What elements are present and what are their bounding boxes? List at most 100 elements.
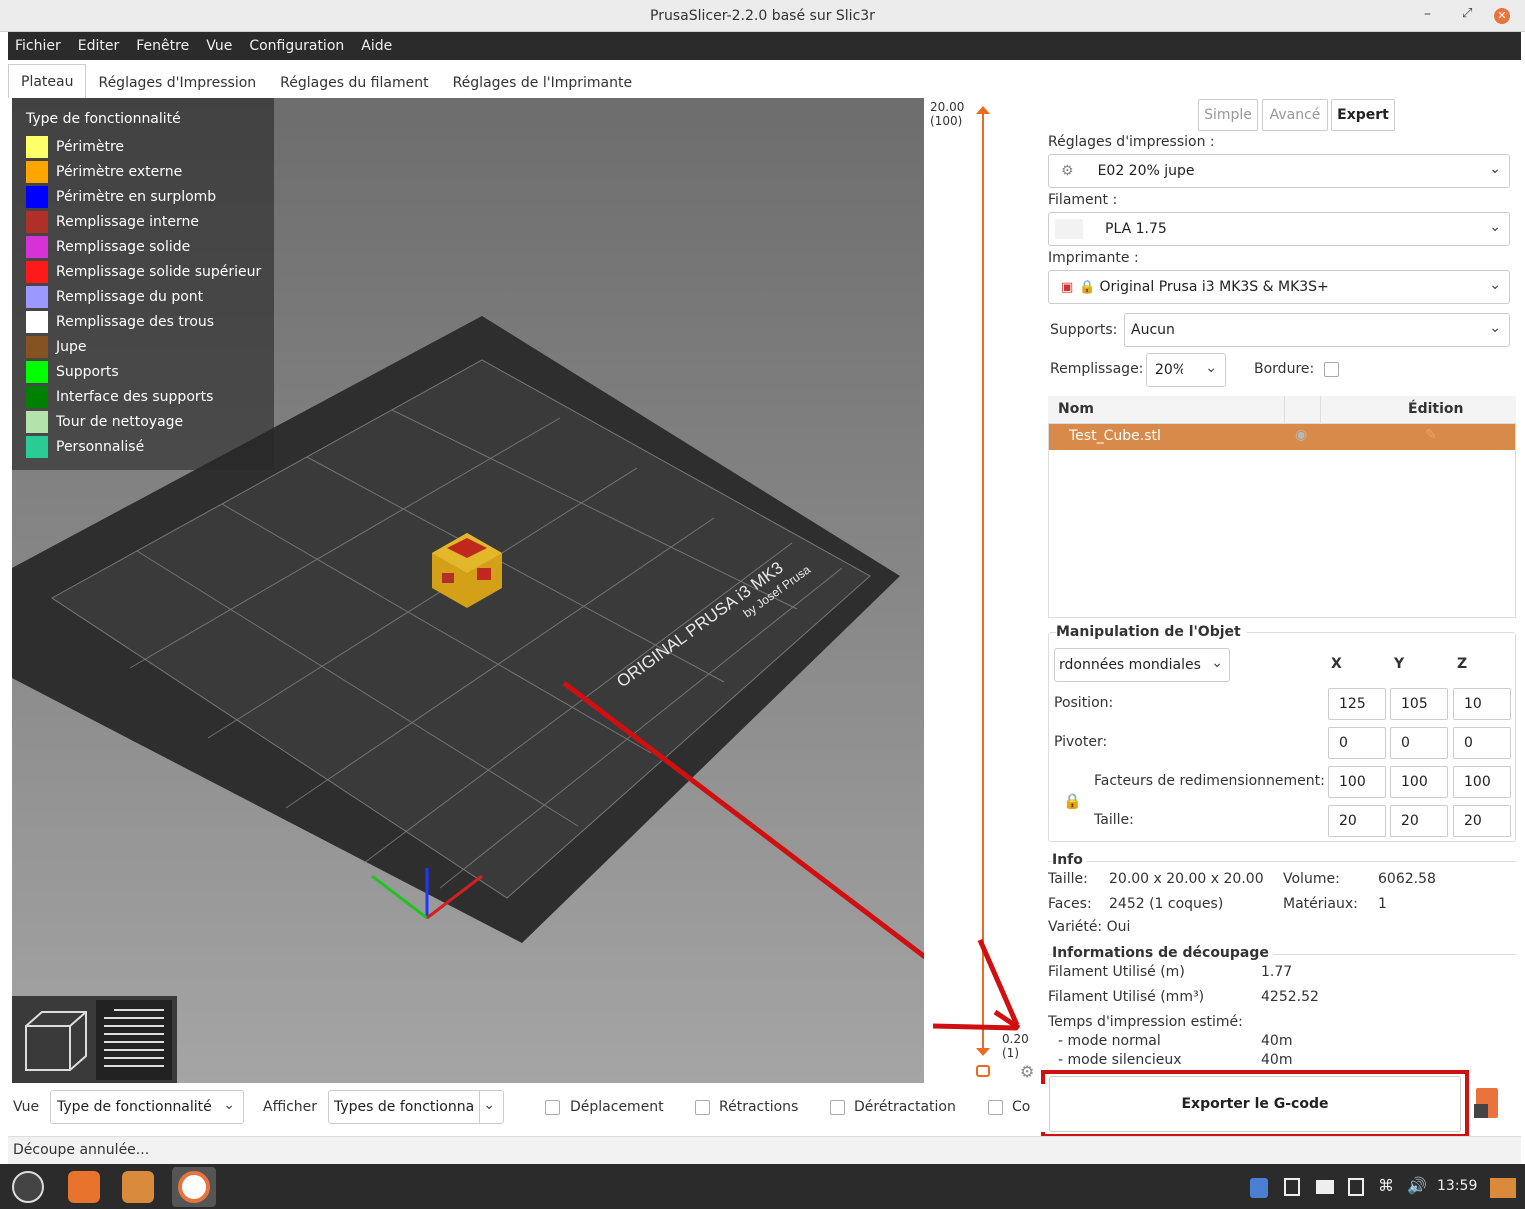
position-x-input[interactable]: 125	[1328, 688, 1386, 720]
scale-label: Facteurs de redimensionnement:	[1094, 773, 1325, 789]
brim-checkbox[interactable]	[1324, 362, 1339, 377]
retractions-checkbox[interactable]	[695, 1100, 710, 1115]
legend-item: Remplissage solide supérieur	[26, 260, 261, 284]
network-icon[interactable]: ⌘	[1378, 1176, 1394, 1195]
tab-printer-settings[interactable]: Réglages de l'Imprimante	[441, 66, 645, 98]
chevron-down-icon: ⌄	[223, 1097, 235, 1113]
menu-editer[interactable]: Editer	[78, 38, 119, 54]
scale-z-input[interactable]: 100	[1453, 766, 1511, 798]
legend-item: Jupe	[26, 335, 87, 359]
slice-info-title: Informations de découpage	[1052, 945, 1273, 961]
menu-configuration[interactable]: Configuration	[249, 38, 344, 54]
legend-item: Tour de nettoyage	[26, 410, 183, 434]
rotate-z-input[interactable]: 0	[1453, 727, 1511, 759]
size-x-input[interactable]: 20	[1328, 805, 1386, 837]
position-y-input[interactable]: 105	[1390, 688, 1448, 720]
close-button[interactable]: ✕	[1494, 8, 1510, 24]
slider-bottom-handle[interactable]	[976, 1048, 990, 1056]
unlock-icon[interactable]	[976, 1065, 990, 1077]
slider-top-handle[interactable]	[976, 106, 990, 114]
clipboard-icon[interactable]	[1284, 1178, 1300, 1196]
mode-expert-button[interactable]: Expert	[1331, 99, 1395, 131]
size-z-input[interactable]: 20	[1453, 805, 1511, 837]
tab-filament-settings[interactable]: Réglages du filament	[268, 66, 440, 98]
status-text: Découpe annulée...	[13, 1142, 150, 1158]
rotate-x-input[interactable]: 0	[1328, 727, 1386, 759]
legend-label: Remplissage du pont	[56, 289, 204, 305]
edit-icon[interactable]: ✎	[1425, 427, 1437, 443]
mode-advanced-button[interactable]: Avancé	[1262, 99, 1328, 131]
print-settings-icon: ⚙	[1061, 163, 1074, 179]
more-checkbox[interactable]	[988, 1100, 1003, 1115]
show-types-value: Types de fonctionna	[334, 1099, 475, 1115]
scale-x-input[interactable]: 100	[1328, 766, 1386, 798]
supports-combo[interactable]: Aucun ⌄	[1124, 313, 1510, 347]
printer-label: Imprimante :	[1048, 250, 1139, 266]
lock-icon[interactable]: 🔒	[1063, 792, 1082, 810]
position-z-input[interactable]: 10	[1453, 688, 1511, 720]
z-label: Z	[1457, 656, 1468, 672]
printer-combo[interactable]: ▣ 🔒 Original Prusa i3 MK3S & MK3S+ ⌄	[1048, 270, 1510, 304]
preview-layers-button[interactable]	[96, 1000, 172, 1080]
export-gcode-button[interactable]: Exporter le G-code	[1049, 1076, 1461, 1132]
object-list-header: Nom Édition	[1048, 396, 1516, 424]
menu-aide[interactable]: Aide	[361, 38, 392, 54]
normal-mode-label: - mode normal	[1058, 1033, 1161, 1049]
minimize-button[interactable]: –	[1424, 6, 1431, 22]
volume-icon[interactable]: 🔊	[1407, 1176, 1427, 1195]
object-name: Test_Cube.stl	[1069, 428, 1161, 444]
tab-plateau[interactable]: Plateau	[8, 64, 87, 98]
menu-vue[interactable]: Vue	[206, 38, 232, 54]
shield-icon[interactable]	[1250, 1178, 1268, 1198]
deretraction-checkbox[interactable]	[830, 1100, 845, 1115]
maximize-button[interactable]: ⤢	[1462, 6, 1472, 21]
filament-m-value: 1.77	[1261, 964, 1293, 980]
info-faces-label: Faces:	[1048, 896, 1092, 912]
y-label: Y	[1394, 656, 1405, 672]
feature-legend: Type de fonctionnalité Périmètre Périmètr…	[12, 98, 274, 470]
print-settings-label: Réglages d'impression :	[1048, 134, 1215, 150]
legend-item: Interface des supports	[26, 385, 213, 409]
eye-icon[interactable]: ◉	[1295, 427, 1307, 443]
title-bar: PrusaSlicer-2.2.0 basé sur Slic3r	[0, 0, 1525, 32]
firefox-icon[interactable]	[68, 1171, 100, 1203]
table-row[interactable]: Test_Cube.stl ◉ ✎	[1049, 424, 1515, 450]
update-icon[interactable]	[1348, 1178, 1364, 1196]
legend-label: Tour de nettoyage	[56, 414, 184, 430]
chevron-down-icon: ⌄	[1205, 360, 1217, 376]
menu-fichier[interactable]: Fichier	[15, 38, 61, 54]
files-icon[interactable]	[122, 1171, 154, 1203]
show-desktop-icon[interactable]	[1490, 1178, 1516, 1198]
info-materials-value: 1	[1378, 896, 1387, 912]
travel-label: Déplacement	[570, 1099, 664, 1115]
legend-item: Remplissage interne	[26, 210, 199, 234]
menu-bar: Fichier Editer Fenêtre Vue Configuration…	[8, 32, 1521, 60]
travel-checkbox[interactable]	[545, 1100, 560, 1115]
prusaslicer-taskbar-button[interactable]	[172, 1167, 216, 1207]
taskbar: ⌘ 🔊 13:59	[0, 1164, 1525, 1209]
rotate-y-input[interactable]: 0	[1390, 727, 1448, 759]
menu-fenetre[interactable]: Fenêtre	[136, 38, 189, 54]
scale-y-input[interactable]: 100	[1390, 766, 1448, 798]
mode-simple-button[interactable]: Simple	[1198, 99, 1258, 131]
tab-print-settings[interactable]: Réglages d'Impression	[86, 66, 268, 98]
coordinates-combo[interactable]: rdonnées mondiales ⌄	[1054, 648, 1230, 682]
legend-label: Périmètre externe	[56, 164, 183, 180]
deretraction-label: Dérétractation	[854, 1099, 956, 1115]
gear-icon[interactable]: ⚙	[1020, 1062, 1034, 1081]
legend-label: Remplissage solide	[56, 239, 191, 255]
legend-item: Personnalisé	[26, 435, 144, 459]
size-y-input[interactable]: 20	[1390, 805, 1448, 837]
infill-combo[interactable]: 20% ⌄	[1146, 353, 1226, 387]
show-label: Afficher	[263, 1099, 318, 1115]
3d-view-button[interactable]	[20, 1004, 92, 1076]
legend-label: Interface des supports	[56, 389, 214, 405]
info-volume-value: 6062.58	[1378, 871, 1436, 887]
retractions-label: Rétractions	[719, 1099, 799, 1115]
show-types-combo[interactable]: Types de fonctionna ⌄	[328, 1090, 504, 1124]
mint-menu-icon[interactable]	[12, 1171, 44, 1203]
filament-combo[interactable]: PLA 1.75 ⌄	[1048, 212, 1510, 246]
view-type-combo[interactable]: Type de fonctionnalité ⌄	[50, 1090, 244, 1124]
printer-tray-icon[interactable]	[1316, 1180, 1334, 1194]
print-settings-combo[interactable]: ⚙ E02 20% jupe ⌄	[1048, 154, 1510, 188]
